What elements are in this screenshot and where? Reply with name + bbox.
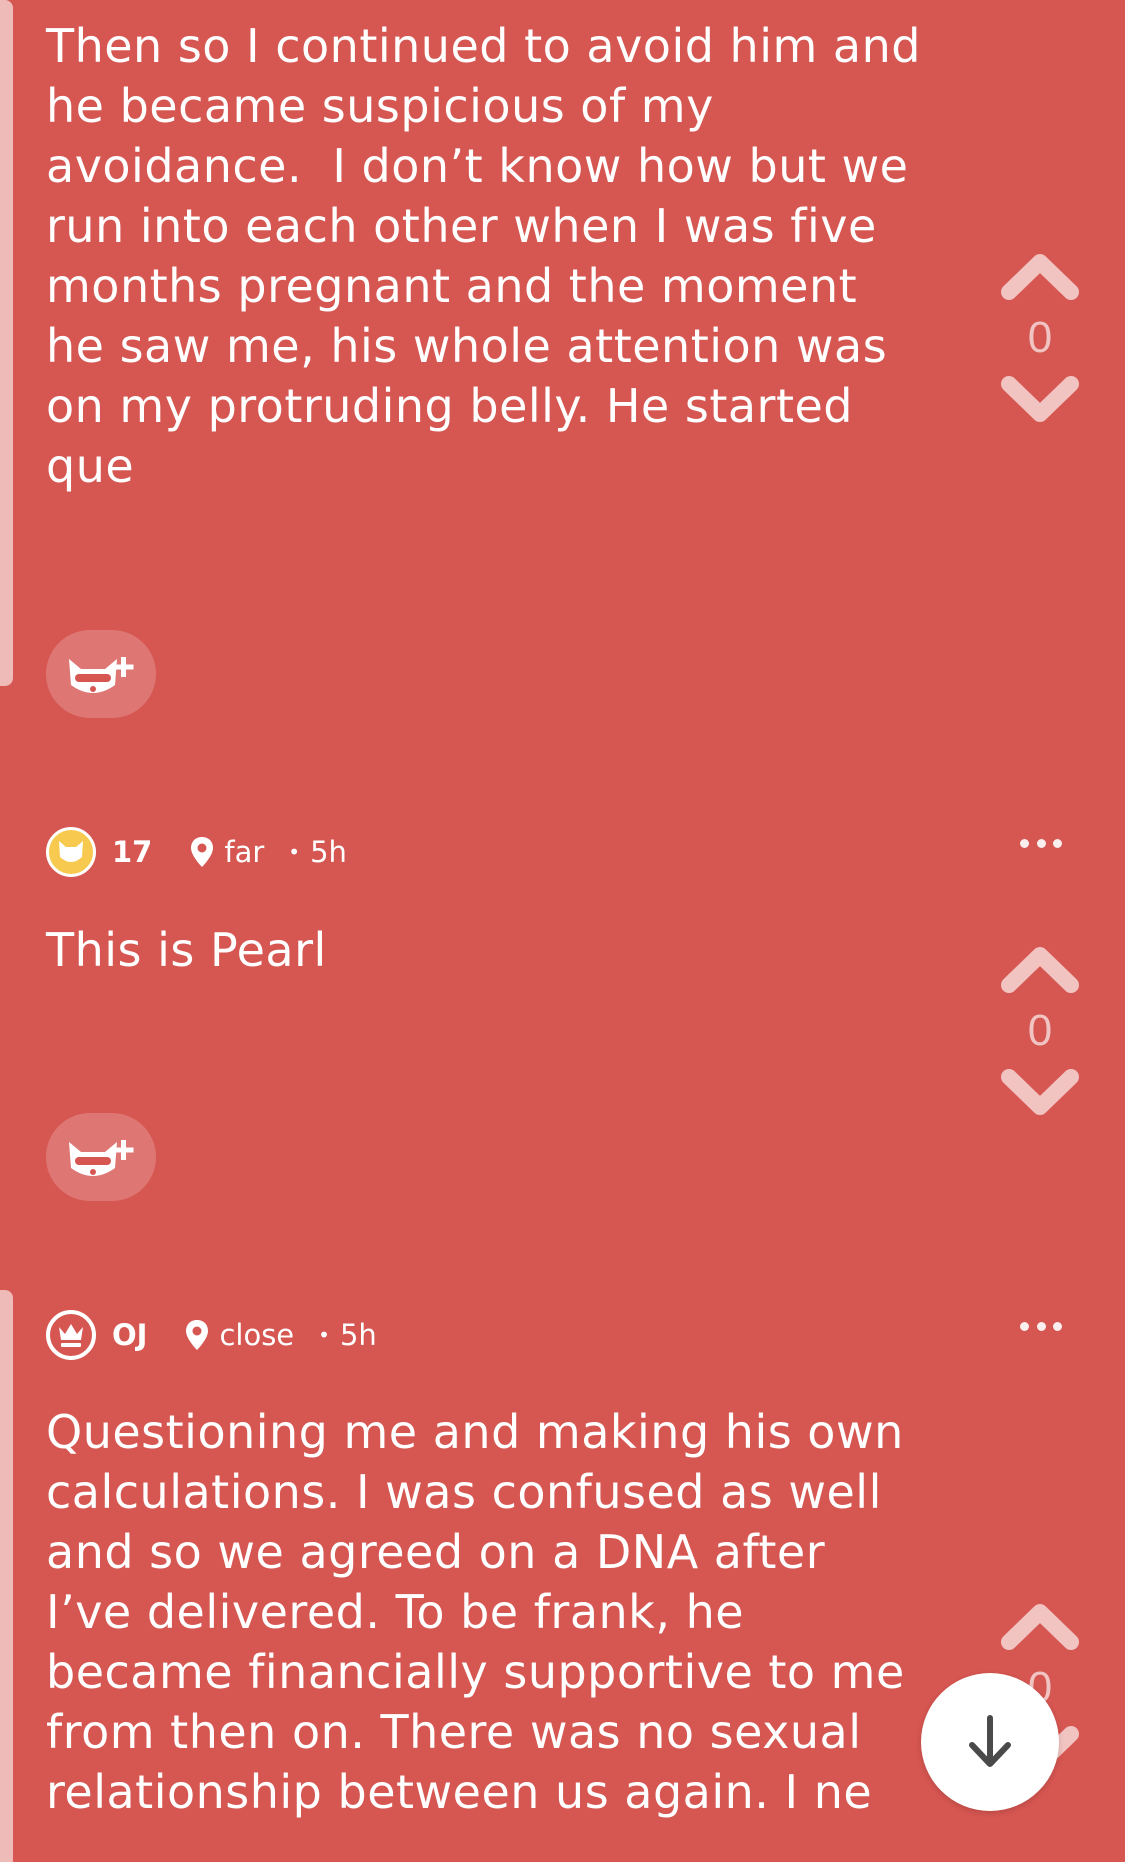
post-text: Then so I continued to avoid him and he … [46,19,921,493]
mask-fox-plus-icon [69,657,134,693]
post-meta: 17 far • 5h [46,825,347,879]
post-text: This is Pearl [46,923,327,977]
location: far [190,835,264,869]
upvote-icon[interactable] [1001,1600,1079,1652]
vote-control: 0 [995,250,1085,426]
thread-indicator [0,1290,13,1862]
post-time: 5h [339,1318,377,1352]
post-meta: OJ close • 5h [46,1308,377,1362]
upvote-icon[interactable] [1001,250,1079,302]
location-label: close [219,1318,295,1352]
crown-icon [59,1324,83,1347]
arrow-down-icon [969,1715,1011,1767]
location-pin-icon [191,837,214,867]
post-time: 5h [310,835,347,869]
more-options-icon[interactable] [1020,1322,1062,1336]
scroll-down-button[interactable] [921,1673,1059,1811]
react-button[interactable] [46,630,156,718]
user-badge [46,1310,96,1360]
separator: • [318,1323,330,1347]
author-name: 17 [112,835,153,869]
downvote-icon[interactable] [1001,374,1079,426]
vote-count: 0 [1027,313,1053,362]
separator: • [288,840,301,864]
post-text: Questioning me and making his own calcul… [46,1405,905,1819]
vote-control: 0 [995,943,1085,1119]
downvote-icon[interactable] [1001,1067,1079,1119]
vote-count: 0 [1027,1006,1053,1055]
upvote-icon[interactable] [1001,943,1079,995]
cat-face-icon [59,841,83,862]
location: close [185,1318,294,1352]
location-label: far [224,835,265,869]
mask-fox-plus-icon [69,1140,134,1176]
react-button[interactable] [46,1113,156,1201]
thread-indicator [0,0,13,686]
location-pin-icon [186,1320,209,1350]
user-badge [46,827,96,877]
more-options-icon[interactable] [1020,839,1062,853]
author-name: OJ [112,1318,148,1352]
